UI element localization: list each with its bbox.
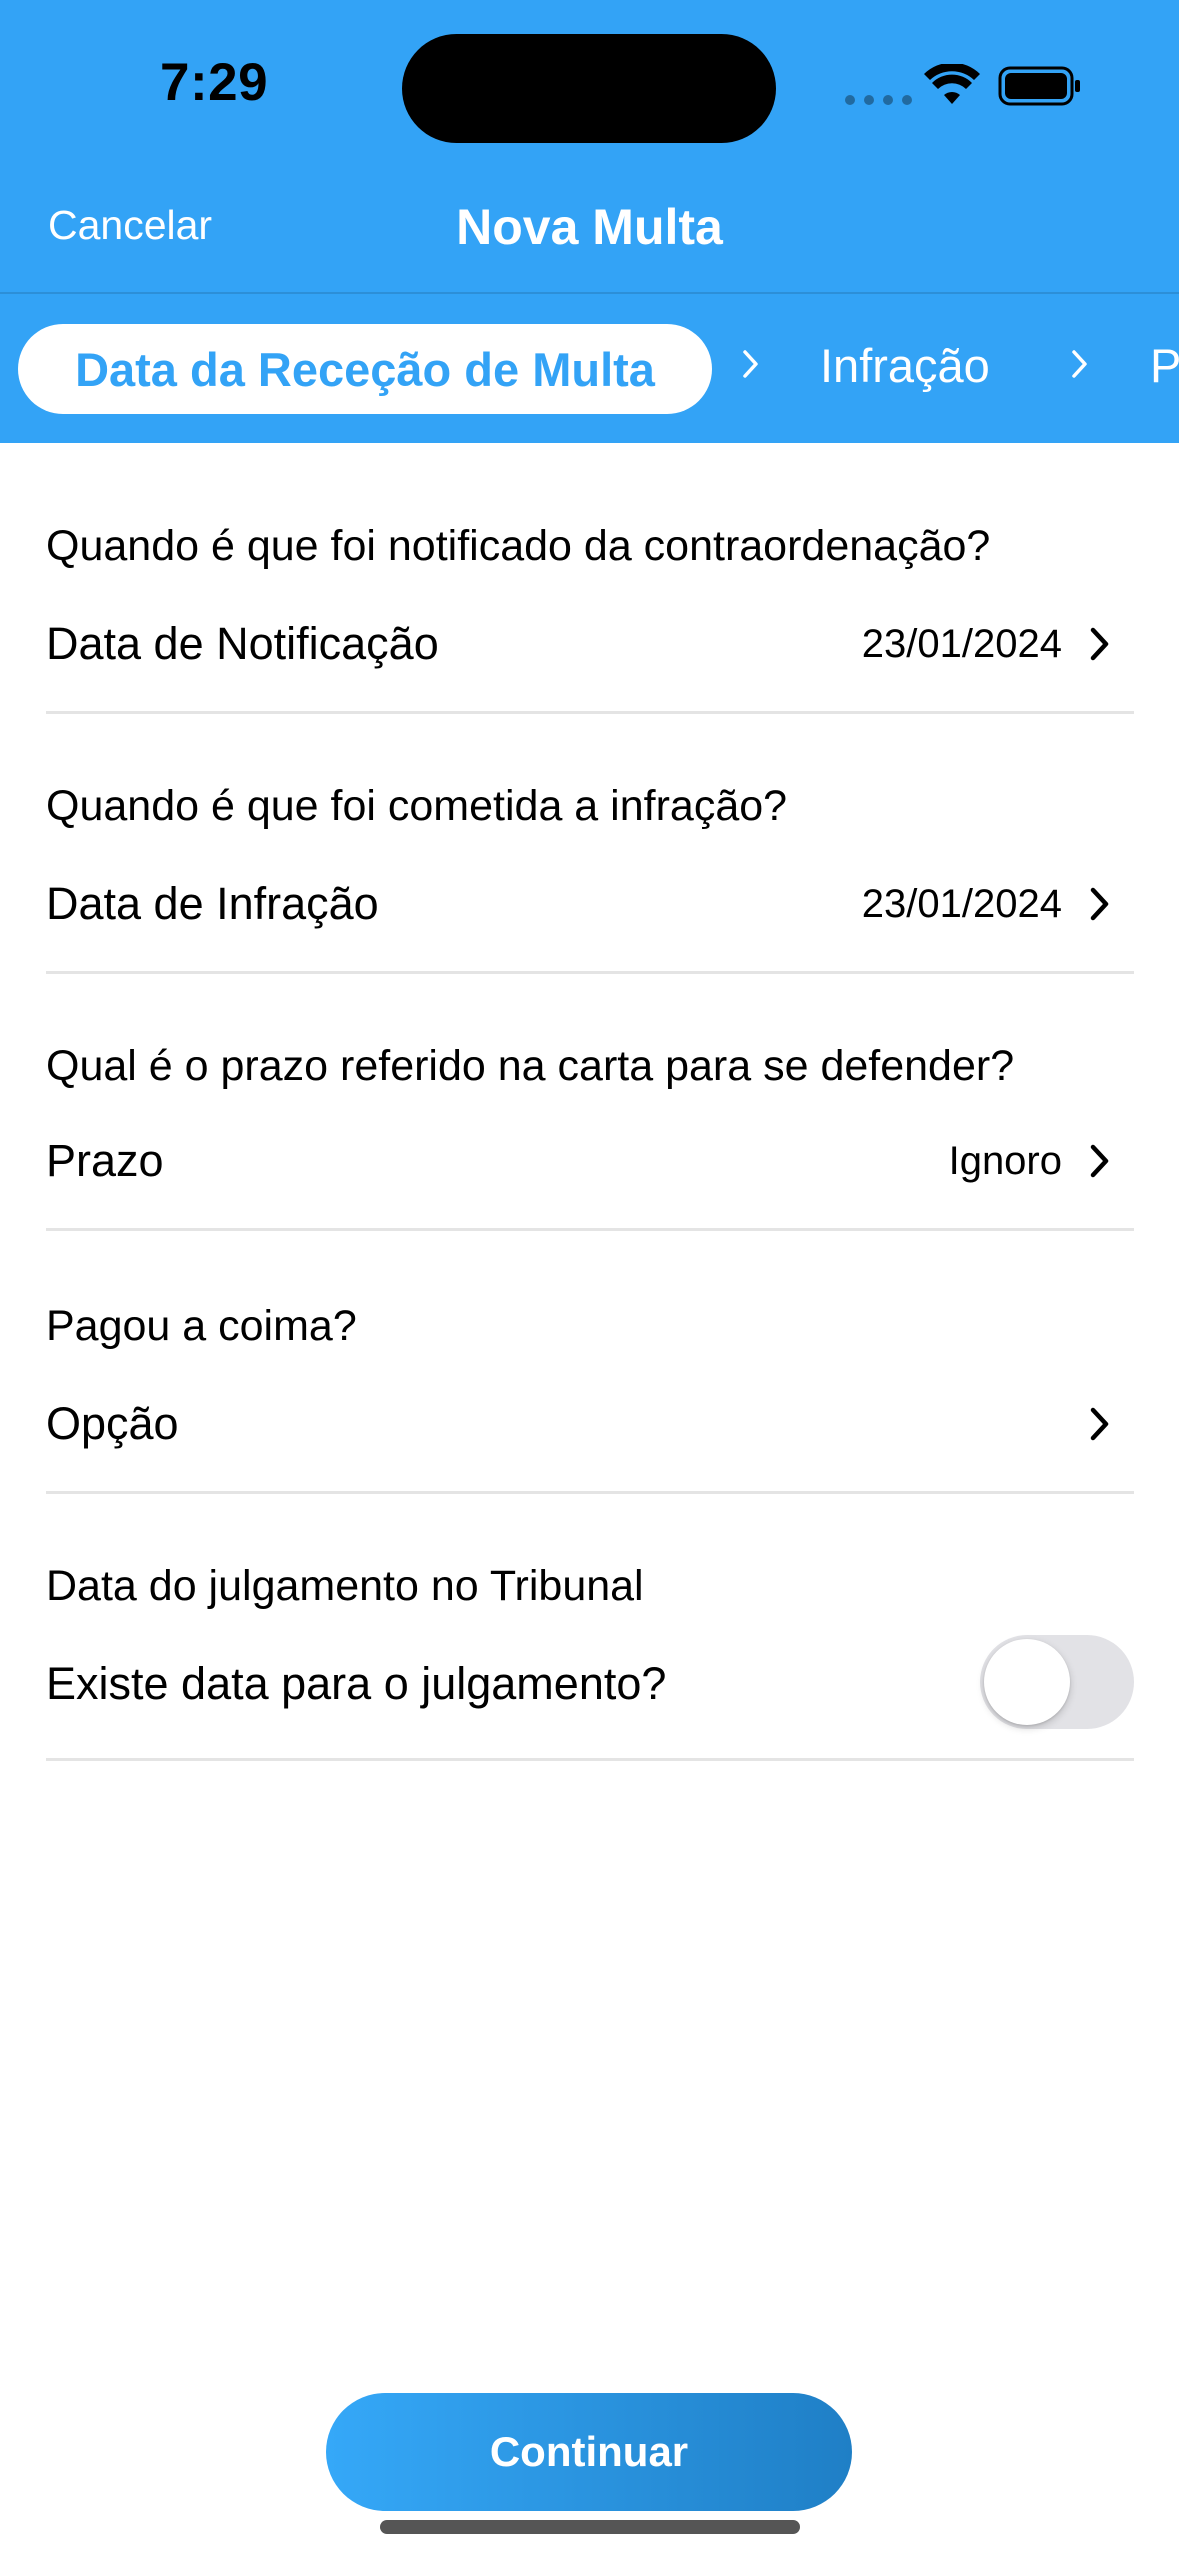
notification-date-label[interactable]: Data de Notificação [46, 618, 439, 670]
step-infraction[interactable]: Infração [820, 338, 990, 393]
notification-question: Quando é que foi notificado da contraord… [46, 522, 991, 570]
trial-date-label: Existe data para o julgamento? [46, 1658, 667, 1709]
infraction-date-label[interactable]: Data de Infração [46, 878, 379, 930]
chevron-right-icon[interactable] [1088, 625, 1112, 663]
chevron-right-icon[interactable] [1088, 885, 1112, 923]
header: 7:29 Cancelar Nova Multa Data da Receção… [0, 0, 1179, 443]
deadline-question: Qual é o prazo referido na carta para se… [46, 1042, 1015, 1090]
step-progress-bar: Data da Receção de Multa Infração Pa [0, 294, 1179, 443]
continue-button[interactable]: Continuar [326, 2393, 852, 2511]
cellular-signal-icon [845, 95, 912, 105]
navigation-bar: Cancelar Nova Multa [0, 180, 1179, 292]
step-reception-date[interactable]: Data da Receção de Multa [18, 324, 712, 414]
trial-section: Data do julgamento no Tribunal Existe da… [46, 1550, 1134, 1765]
home-indicator [380, 2520, 800, 2534]
deadline-section: Qual é o prazo referido na carta para se… [46, 1030, 1134, 1235]
notification-section: Quando é que foi notificado da contraord… [46, 510, 1134, 715]
page-title: Nova Multa [456, 199, 723, 255]
divider [46, 1491, 1134, 1494]
chevron-right-icon[interactable] [1088, 1405, 1112, 1443]
notification-date-value[interactable]: 23/01/2024 [862, 622, 1062, 667]
payment-option-label[interactable]: Opção [46, 1398, 179, 1450]
divider [46, 711, 1134, 714]
chevron-right-icon[interactable] [1088, 1142, 1112, 1180]
battery-icon [998, 66, 1080, 106]
deadline-value[interactable]: Ignoro [949, 1139, 1062, 1184]
deadline-label[interactable]: Prazo [46, 1135, 164, 1187]
toggle-knob [984, 1639, 1070, 1725]
status-bar: 7:29 [0, 0, 1179, 180]
divider [46, 1228, 1134, 1231]
divider [46, 1758, 1134, 1761]
infraction-section: Quando é que foi cometida a infração? Da… [46, 770, 1134, 975]
dynamic-island [402, 34, 776, 143]
trial-question: Data do julgamento no Tribunal [46, 1562, 644, 1610]
chevron-right-icon [1072, 350, 1087, 378]
wifi-icon [924, 64, 980, 104]
payment-question: Pagou a coima? [46, 1302, 357, 1350]
trial-date-toggle[interactable] [980, 1635, 1134, 1729]
payment-section: Pagou a coima? Opção [46, 1290, 1134, 1495]
divider [46, 971, 1134, 974]
step-next[interactable]: Pa [1150, 338, 1179, 393]
status-time: 7:29 [160, 53, 269, 112]
infraction-question: Quando é que foi cometida a infração? [46, 782, 788, 830]
chevron-right-icon [743, 350, 758, 378]
infraction-date-value[interactable]: 23/01/2024 [862, 882, 1062, 927]
